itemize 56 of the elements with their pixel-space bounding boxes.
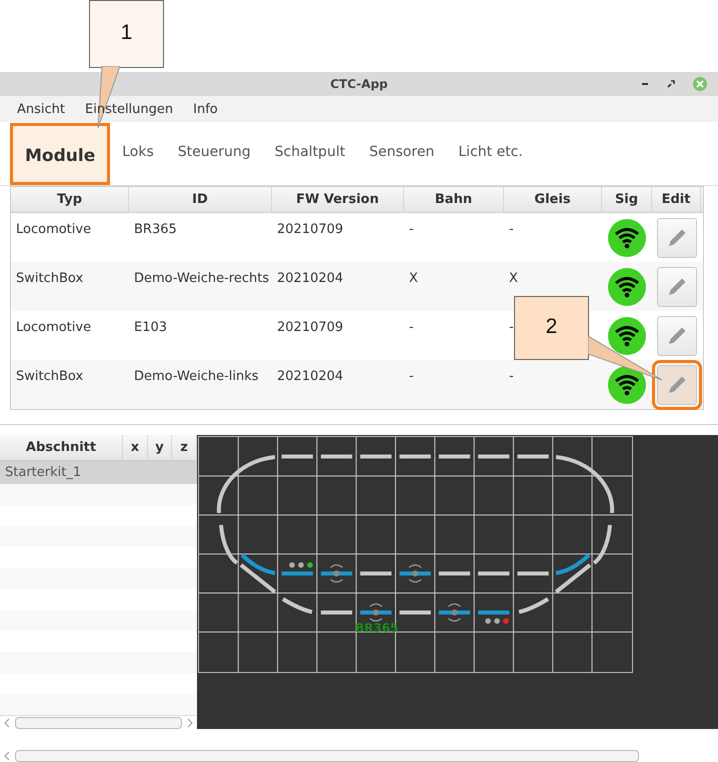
table-cell: BR365 <box>134 222 177 237</box>
edit-button[interactable] <box>656 266 696 306</box>
table-cell: X <box>509 271 518 286</box>
table-cell: - <box>409 369 414 384</box>
table-cell: 20210709 <box>277 320 344 335</box>
table-cell: - <box>409 320 414 335</box>
scroll-right-icon[interactable] <box>186 718 194 728</box>
column-header: x <box>123 435 148 460</box>
column-header: Gleis <box>504 187 602 212</box>
wifi-signal-icon <box>608 366 646 404</box>
table-cell: Demo-Weiche-links <box>134 369 259 384</box>
wifi-signal-icon <box>608 316 646 354</box>
column-header: Bahn <box>404 187 504 212</box>
section-row[interactable]: Starterkit_1 <box>0 461 197 484</box>
wifi-signal-icon <box>608 218 646 256</box>
column-header: y <box>148 435 172 460</box>
table-cell: - <box>509 369 514 384</box>
edit-button[interactable] <box>656 218 696 258</box>
column-header: FW Version <box>272 187 404 212</box>
table-cell: X <box>409 271 418 286</box>
close-icon[interactable] <box>692 76 708 92</box>
scroll-left-icon[interactable] <box>3 751 11 761</box>
edit-button[interactable] <box>656 316 696 356</box>
table-cell: E103 <box>134 320 168 335</box>
column-header: Typ <box>11 187 129 212</box>
table-cell: Locomotive <box>16 222 92 237</box>
horizontal-scrollbar[interactable] <box>0 715 197 729</box>
callout: 2 <box>514 296 589 360</box>
table-cell: - <box>509 222 514 237</box>
table-cell: 20210204 <box>277 369 344 384</box>
table-cell: SwitchBox <box>16 369 84 384</box>
callout: 1 <box>89 0 164 68</box>
table-cell: Demo-Weiche-rechts <box>134 271 270 286</box>
column-header: Abschnitt <box>0 435 123 460</box>
column-header: Sig <box>602 187 652 212</box>
restore-icon[interactable] <box>666 79 676 89</box>
tab[interactable]: Sensoren <box>357 144 446 164</box>
window-title: CTC-App <box>330 77 388 91</box>
table-cell: Locomotive <box>16 320 92 335</box>
tab[interactable]: Schaltpult <box>262 144 358 164</box>
table-cell: 20210709 <box>277 222 344 237</box>
tab[interactable]: Licht etc. <box>446 144 535 164</box>
tab[interactable]: Module <box>10 122 110 184</box>
menu-item[interactable]: Info <box>193 102 218 116</box>
menu-item[interactable]: Einstellungen <box>85 102 174 116</box>
wifi-signal-icon <box>608 268 646 306</box>
scroll-left-icon[interactable] <box>3 718 11 728</box>
tab[interactable]: Loks <box>110 144 166 164</box>
menu-item[interactable]: Ansicht <box>17 102 66 116</box>
table-cell: - <box>409 222 414 237</box>
table-cell: - <box>509 320 514 335</box>
table-cell: 20210204 <box>277 271 344 286</box>
column-header: Edit <box>652 187 701 212</box>
column-header: ID <box>129 187 272 212</box>
tab[interactable]: Steuerung <box>166 144 263 164</box>
table-cell: SwitchBox <box>16 271 84 286</box>
